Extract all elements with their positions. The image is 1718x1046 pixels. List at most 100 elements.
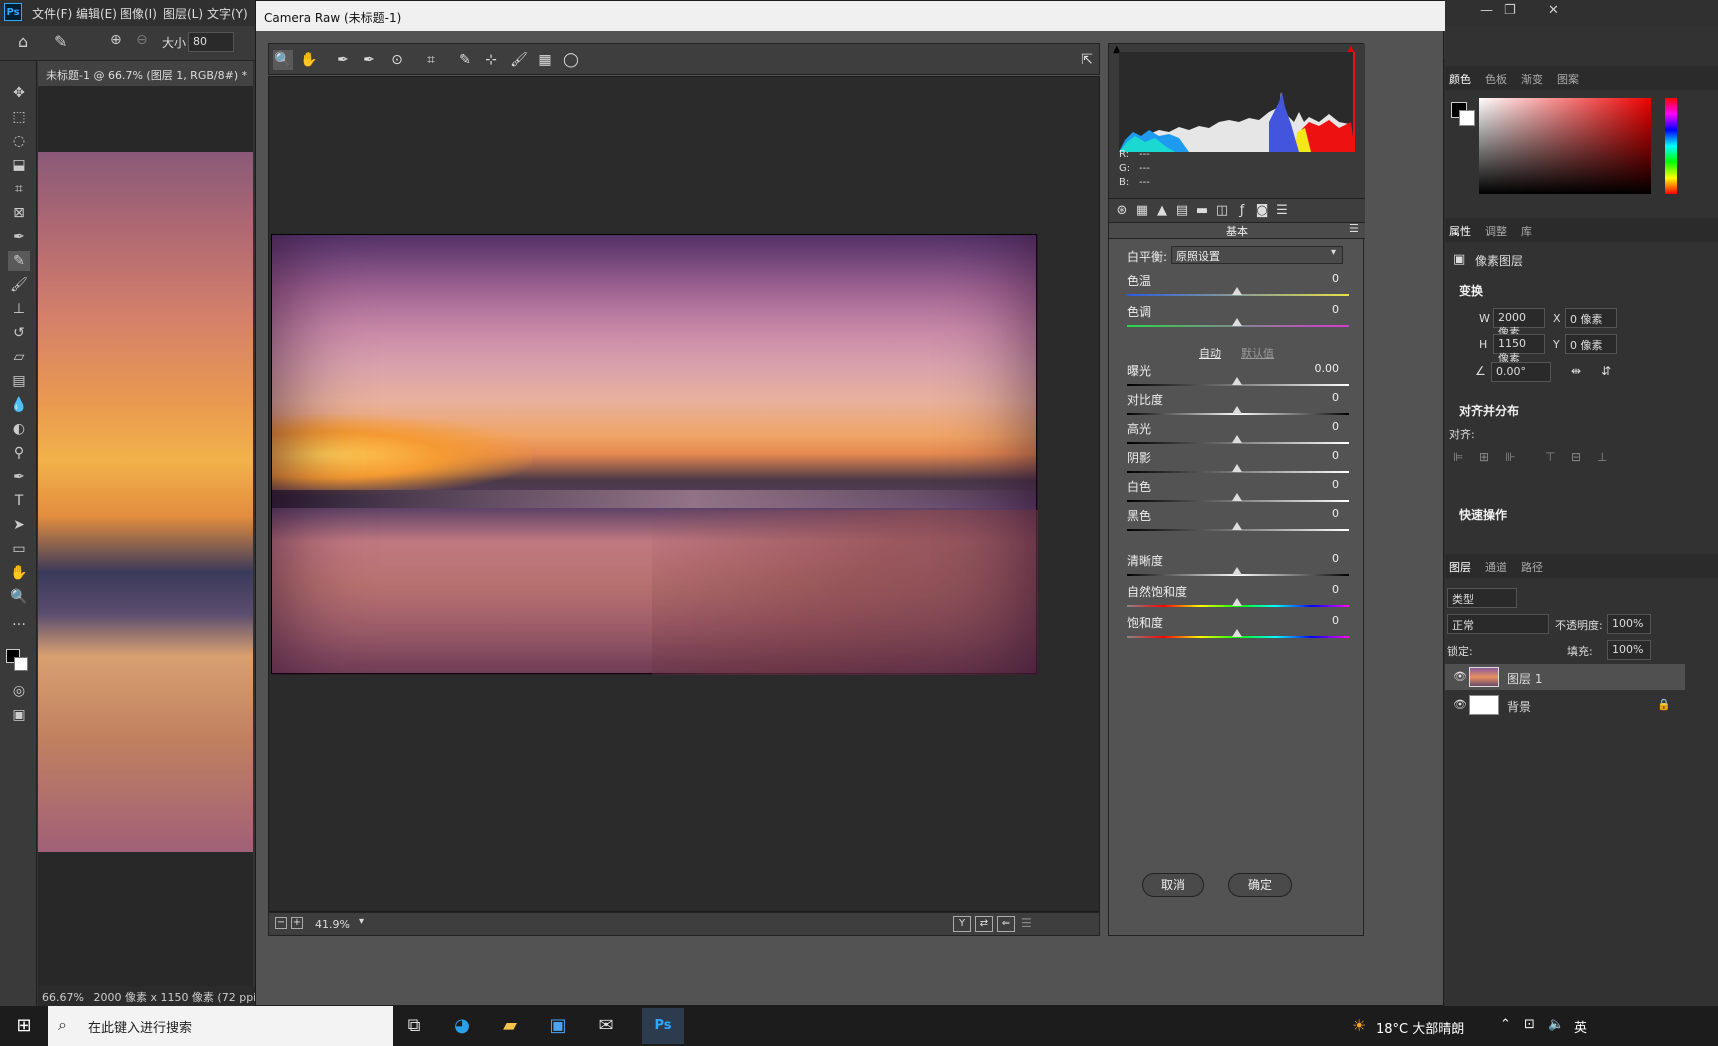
tab-paths[interactable]: 路径 (1521, 559, 1543, 575)
volume-icon[interactable]: 🔈 (1548, 1017, 1564, 1032)
adjustment-brush-icon[interactable]: 🖌 (509, 50, 529, 70)
slider-value[interactable]: 0 (1309, 303, 1339, 316)
windows-start-icon[interactable]: ⊞ (12, 1014, 36, 1038)
target-adjust-icon[interactable]: ⊙ (387, 50, 407, 70)
width-input[interactable]: 2000 像素 (1493, 308, 1545, 339)
taskbar-search[interactable]: 在此键入进行搜索 (48, 1006, 393, 1046)
stamp-tool-icon[interactable]: ⊥ (8, 299, 30, 319)
menu-edit[interactable]: 编辑(E) (76, 5, 117, 22)
zoom-dropdown-icon[interactable]: ▾ (359, 916, 364, 927)
home-icon[interactable]: ⌂ (18, 32, 28, 51)
add-mode-icon[interactable]: ⊕ (110, 32, 122, 48)
history-brush-icon[interactable]: ↺ (8, 323, 30, 343)
slider-thumb[interactable] (1232, 522, 1242, 530)
tab-adjustments[interactable]: 调整 (1485, 223, 1507, 239)
align-right-icon[interactable]: ⊪ (1505, 450, 1515, 464)
move-tool-icon[interactable]: ✥ (8, 83, 30, 103)
align-distribute-header[interactable]: 对齐并分布 (1459, 402, 1519, 419)
tab-color[interactable]: 颜色 (1449, 71, 1471, 87)
slider-value[interactable]: 0 (1309, 583, 1339, 596)
tray-chevron-icon[interactable]: ⌃ (1500, 1017, 1511, 1032)
fx-tab-icon[interactable]: ƒ (1233, 202, 1251, 220)
height-input[interactable]: 1150 像素 (1493, 334, 1545, 365)
menu-file[interactable]: 文件(F) (32, 5, 72, 22)
layer-row[interactable]: 👁 图层 1 (1445, 664, 1685, 690)
hsl-tab-icon[interactable]: ▤ (1173, 202, 1191, 220)
network-icon[interactable]: ⊡ (1524, 1017, 1535, 1032)
tab-gradients[interactable]: 渐变 (1521, 71, 1543, 87)
frame-tool-icon[interactable]: ⊠ (8, 203, 30, 223)
white-balance-select[interactable]: 原照设置 (1171, 246, 1343, 264)
layer-name[interactable]: 背景 (1507, 698, 1531, 715)
file-explorer-icon[interactable]: ▰ (498, 1014, 522, 1038)
document-tab[interactable]: 未标题-1 @ 66.7% (图层 1, RGB/8#) * (38, 61, 253, 86)
slider-thumb[interactable] (1232, 406, 1242, 414)
slider-value[interactable]: 0 (1309, 552, 1339, 565)
transform-tool-icon[interactable]: ⌗ (421, 50, 441, 70)
visibility-eye-icon[interactable]: 👁 (1453, 698, 1467, 711)
align-center-icon[interactable]: ⊞ (1479, 450, 1489, 464)
minimize-icon[interactable]: — (1480, 3, 1493, 18)
menu-image[interactable]: 图像(I) (120, 5, 157, 22)
menu-layer[interactable]: 图层(L) (163, 5, 203, 22)
visibility-eye-icon[interactable]: 👁 (1453, 670, 1467, 683)
slider-value[interactable]: 0.00 (1309, 362, 1340, 375)
swap-icon[interactable]: ⇄ (975, 916, 993, 932)
hand-tool-icon[interactable]: ✋ (299, 50, 319, 70)
flip-horizontal-icon[interactable]: ⇹ (1571, 364, 1581, 378)
close-icon[interactable]: ✕ (1548, 3, 1559, 18)
presets-tab-icon[interactable]: ☰ (1273, 202, 1291, 220)
align-left-icon[interactable]: ⊫ (1453, 450, 1463, 464)
slider-thumb[interactable] (1232, 377, 1242, 385)
transform-header[interactable]: 变换 (1459, 282, 1483, 299)
align-top-icon[interactable]: ⊤ (1545, 450, 1555, 464)
tab-channels[interactable]: 通道 (1485, 559, 1507, 575)
detail-tab-icon[interactable]: ▲ (1153, 202, 1171, 220)
align-bottom-icon[interactable]: ⊥ (1597, 450, 1607, 464)
gradient-tool-icon[interactable]: ▤ (8, 371, 30, 391)
layer-name[interactable]: 图层 1 (1507, 670, 1542, 687)
dodge-tool-icon[interactable]: ◐ (8, 419, 30, 439)
edge-browser-icon[interactable]: ◕ (450, 1014, 474, 1038)
zoom-tool-icon[interactable]: 🔍 (8, 587, 30, 607)
menu-type[interactable]: 文字(Y) (207, 5, 248, 22)
slider-thumb[interactable] (1232, 318, 1242, 326)
crop-tool-icon[interactable]: ⌗ (8, 179, 30, 199)
radial-filter-icon[interactable]: ◯ (561, 50, 581, 70)
camera-calibration-icon[interactable]: ◙ (1253, 202, 1271, 220)
slider-thumb[interactable] (1232, 567, 1242, 575)
blur-tool-icon[interactable]: 💧 (8, 395, 30, 415)
basic-tab-icon[interactable]: ⊛ (1113, 202, 1131, 220)
slider-thumb[interactable] (1232, 287, 1242, 295)
align-middle-icon[interactable]: ⊟ (1571, 450, 1581, 464)
tone-curve-tab-icon[interactable]: ▦ (1133, 202, 1151, 220)
default-button[interactable]: 默认值 (1241, 345, 1274, 361)
lasso-tool-icon[interactable]: ◌ (8, 131, 30, 151)
subtract-mode-icon[interactable]: ⊖ (136, 32, 148, 48)
split-toning-tab-icon[interactable]: ▬ (1193, 202, 1211, 220)
background-color-swatch[interactable] (14, 657, 28, 671)
tab-libraries[interactable]: 库 (1521, 223, 1532, 239)
zoom-level[interactable]: 41.9% (315, 918, 350, 931)
hand-tool-icon[interactable]: ✋ (8, 563, 30, 583)
before-after-icon[interactable]: Y (953, 916, 971, 932)
fill-input[interactable]: 100% (1607, 640, 1651, 660)
flip-vertical-icon[interactable]: ⇵ (1601, 364, 1611, 378)
lens-tab-icon[interactable]: ◫ (1213, 202, 1231, 220)
healing-tool-icon[interactable]: ✎ (8, 251, 30, 271)
photoshop-taskbar-icon[interactable]: Ps (642, 1008, 684, 1044)
brush-tool-icon[interactable]: 🖌 (8, 275, 30, 295)
tab-swatches[interactable]: 色板 (1485, 71, 1507, 87)
weather-text[interactable]: 18°C 大部晴朗 (1376, 1018, 1464, 1037)
marquee-tool-icon[interactable]: ⬚ (8, 107, 30, 127)
slider-value[interactable]: 0 (1309, 272, 1339, 285)
spot-removal-icon[interactable]: ✎ (455, 50, 475, 70)
quick-mask-icon[interactable]: ◎ (8, 681, 30, 701)
slider-value[interactable]: 0 (1309, 478, 1339, 491)
slider-thumb[interactable] (1232, 493, 1242, 501)
restore-icon[interactable]: ❐ (1504, 3, 1516, 18)
slider-value[interactable]: 0 (1309, 391, 1339, 404)
eyedropper-tool-icon[interactable]: ✒ (8, 227, 30, 247)
slider-value[interactable]: 0 (1309, 614, 1339, 627)
hue-slider[interactable] (1665, 98, 1677, 194)
